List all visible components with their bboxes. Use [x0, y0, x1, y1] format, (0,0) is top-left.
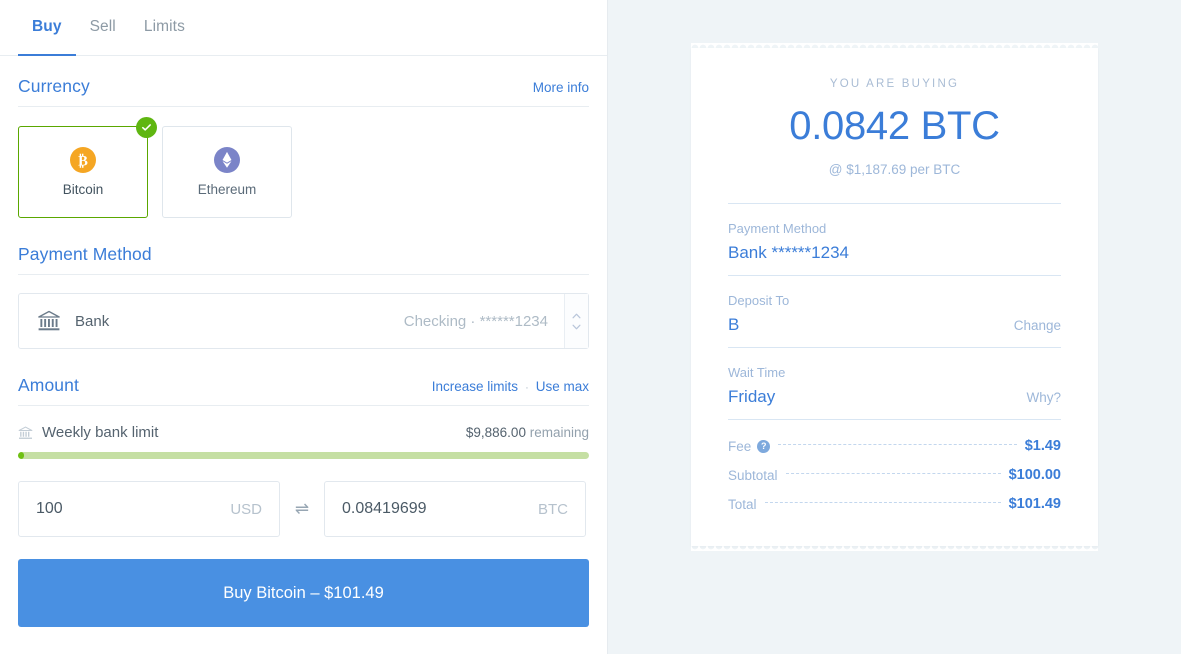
payment-method-title: Payment Method	[18, 244, 152, 264]
total-label: Fee ?	[728, 438, 771, 454]
wait-time-why-link[interactable]: Why?	[1026, 390, 1061, 405]
order-summary-receipt: YOU ARE BUYING 0.0842 BTC @ $1,187.69 pe…	[691, 43, 1098, 551]
tab-sell[interactable]: Sell	[76, 0, 130, 55]
tab-sell-label: Sell	[89, 18, 116, 35]
payment-method-selector[interactable]: Bank Checking · ******1234	[18, 293, 589, 349]
weekly-limit-label: Weekly bank limit	[42, 424, 159, 441]
chevron-down-icon	[572, 324, 581, 329]
leader-line	[785, 472, 1001, 474]
receipt-detail-value-row: Friday Why?	[728, 387, 1061, 407]
payment-method-name: Bank	[75, 312, 110, 330]
receipt-detail-value-row: B Change	[728, 315, 1061, 335]
chevron-up-icon	[572, 313, 581, 318]
link-separator: ·	[525, 382, 529, 394]
receipt-detail-label: Payment Method	[728, 221, 827, 236]
receipt-top-edge	[691, 43, 1098, 48]
buy-button[interactable]: Buy Bitcoin – $101.49	[18, 559, 589, 627]
receipt-detail-value: Bank ******1234	[728, 243, 849, 262]
total-value: $101.49	[1008, 496, 1061, 512]
fiat-amount-input[interactable]: 100 USD	[18, 481, 280, 537]
total-label-text: Total	[728, 496, 757, 512]
total-label-text: Subtotal	[728, 467, 778, 483]
amount-links: Increase limits · Use max	[432, 379, 589, 394]
receipt-detail-wait-time: Wait Time Friday Why?	[728, 348, 1061, 420]
leader-line	[764, 501, 1001, 503]
receipt-detail-label: Deposit To	[728, 293, 790, 308]
form-body: Currency More info ₿ Bitcoin Ethereum Pa…	[0, 56, 607, 627]
weekly-limit-row: Weekly bank limit $9,886.00 remaining	[18, 424, 589, 441]
currency-section-header: Currency More info	[18, 56, 589, 107]
bank-icon	[38, 310, 60, 331]
amount-inputs: 100 USD ⇌ 0.08419699 BTC	[18, 481, 589, 537]
bitcoin-icon: ₿	[70, 147, 96, 173]
currency-option-ethereum[interactable]: Ethereum	[162, 126, 292, 218]
receipt-detail-value-row: Bank ******1234	[728, 243, 1061, 263]
tab-buy-label: Buy	[32, 18, 62, 35]
swap-currency-icon[interactable]: ⇌	[280, 499, 324, 519]
total-row-total: Total $101.49	[728, 496, 1061, 512]
currency-options: ₿ Bitcoin Ethereum	[18, 107, 589, 218]
check-icon	[136, 117, 157, 138]
left-form-panel: Buy Sell Limits Currency More info ₿ Bit…	[0, 0, 608, 654]
total-value: $1.49	[1024, 438, 1061, 454]
payment-method-stepper[interactable]	[564, 294, 588, 348]
crypto-currency-label: BTC	[538, 500, 568, 518]
summary-panel: YOU ARE BUYING 0.0842 BTC @ $1,187.69 pe…	[608, 0, 1181, 654]
weekly-limit-remaining: $9,886.00 remaining	[466, 425, 589, 440]
buy-crypto-screen: Buy Sell Limits Currency More info ₿ Bit…	[0, 0, 1181, 654]
fiat-currency-label: USD	[230, 500, 262, 518]
currency-option-ethereum-label: Ethereum	[197, 182, 257, 197]
total-label: Subtotal	[728, 468, 778, 483]
receipt-rate: @ $1,187.69 per BTC	[728, 162, 1061, 204]
help-icon[interactable]: ?	[757, 439, 771, 453]
svg-text:₿: ₿	[78, 154, 88, 170]
currency-option-bitcoin-label: Bitcoin	[62, 182, 104, 197]
receipt-bottom-edge	[691, 546, 1098, 551]
receipt-detail-value: B	[728, 315, 740, 334]
receipt-detail-label: Wait Time	[728, 365, 786, 380]
tab-limits-label: Limits	[143, 18, 185, 35]
tab-limits[interactable]: Limits	[130, 0, 199, 55]
receipt-totals: Fee ? $1.49 Subtotal $100.00 Total $101.…	[728, 420, 1061, 512]
increase-limits-link[interactable]: Increase limits	[432, 379, 518, 394]
weekly-limit-remaining-suffix: remaining	[529, 425, 589, 440]
tab-bar: Buy Sell Limits	[0, 0, 607, 56]
total-row-subtotal: Subtotal $100.00	[728, 467, 1061, 483]
payment-method-main[interactable]: Bank Checking · ******1234	[19, 294, 564, 348]
weekly-limit-progress	[18, 452, 589, 459]
total-row-fee: Fee ? $1.49	[728, 438, 1061, 454]
payment-method-detail: Checking · ******1234	[403, 312, 548, 330]
crypto-amount-value: 0.08419699	[342, 500, 427, 517]
receipt-amount: 0.0842 BTC	[789, 104, 1000, 148]
receipt-heading: YOU ARE BUYING	[829, 78, 960, 90]
amount-section-header: Amount Increase limits · Use max	[18, 349, 589, 406]
fiat-amount-value: 100	[36, 500, 63, 517]
weekly-limit-remaining-value: $9,886.00	[465, 425, 526, 440]
weekly-limit-progress-fill	[18, 452, 24, 459]
ethereum-icon	[214, 147, 240, 173]
leader-line	[778, 443, 1017, 445]
receipt-detail-payment-method: Payment Method Bank ******1234	[728, 204, 1061, 276]
total-value: $100.00	[1008, 467, 1061, 483]
receipt-detail-deposit-to: Deposit To B Change	[728, 276, 1061, 348]
payment-section-header: Payment Method	[18, 218, 589, 275]
use-max-link[interactable]: Use max	[536, 379, 589, 394]
total-label-text: Fee	[728, 438, 752, 454]
crypto-amount-input[interactable]: 0.08419699 BTC	[324, 481, 586, 537]
more-info-link[interactable]: More info	[533, 80, 589, 95]
receipt-detail-value: Friday	[728, 387, 776, 406]
total-label: Total	[728, 497, 757, 512]
change-deposit-link[interactable]: Change	[1014, 318, 1061, 333]
amount-title: Amount	[18, 375, 79, 395]
bank-icon	[18, 426, 33, 439]
currency-title: Currency	[18, 76, 90, 96]
currency-option-bitcoin[interactable]: ₿ Bitcoin	[18, 117, 157, 218]
tab-buy[interactable]: Buy	[18, 0, 76, 56]
